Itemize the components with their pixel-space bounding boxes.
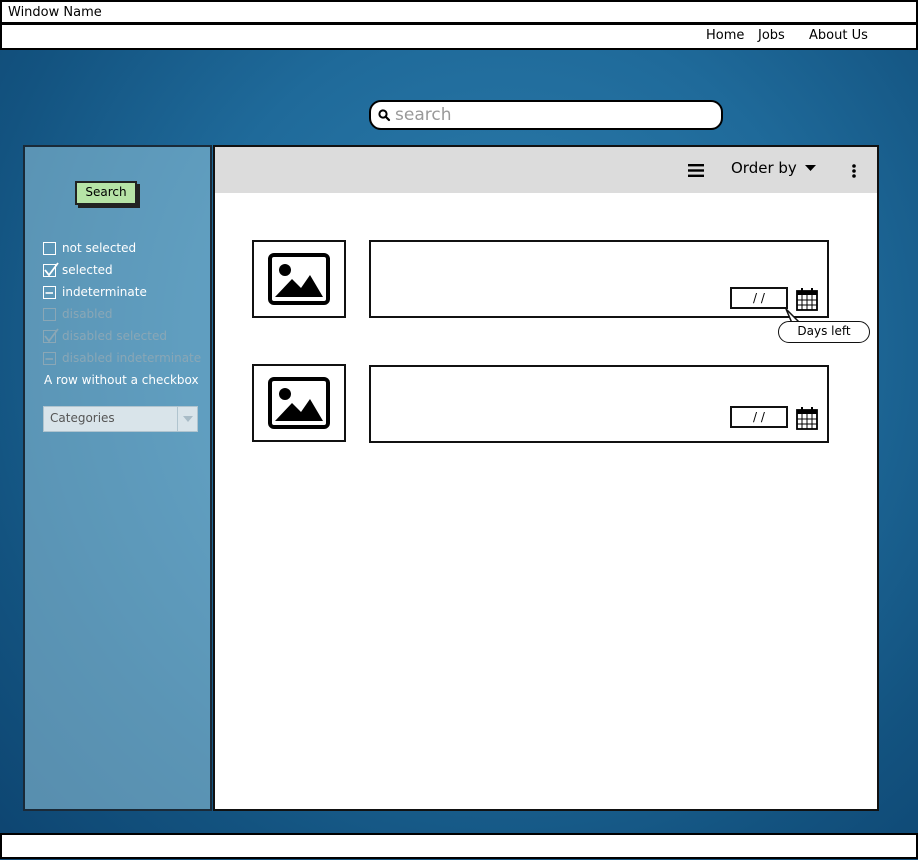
- search-bar: [369, 100, 723, 130]
- results-panel: Order by / / Days left / /: [213, 145, 879, 811]
- checkbox-row-selected[interactable]: selected: [43, 261, 113, 277]
- checkbox-disabled-checked: [43, 327, 59, 343]
- chevron-down-icon[interactable]: [177, 407, 197, 431]
- nav-link-home[interactable]: Home: [706, 28, 744, 43]
- calendar-icon[interactable]: [796, 287, 818, 311]
- search-button[interactable]: Search: [75, 181, 137, 205]
- menu-bar: Home Jobs About Us: [0, 24, 918, 50]
- checkbox-unchecked[interactable]: [43, 241, 56, 255]
- checkbox-row-disabled: disabled: [43, 307, 113, 321]
- checkmark-icon: [44, 261, 59, 276]
- window-title-bar: Window Name: [0, 0, 918, 24]
- checkbox-disabled: [43, 307, 56, 321]
- dash-icon: [45, 291, 53, 294]
- caret-down-icon: [804, 165, 816, 171]
- checkbox-disabled-indeterminate: [43, 351, 56, 365]
- filter-sidebar: Search not selected selected indetermina…: [23, 145, 212, 811]
- checkbox-row-disabled-selected: disabled selected: [43, 327, 167, 343]
- checkbox-label: disabled indeterminate: [62, 351, 202, 365]
- nav-link-about-us[interactable]: About Us: [809, 28, 868, 43]
- hamburger-icon[interactable]: [688, 164, 704, 177]
- result-thumbnail[interactable]: [252, 240, 346, 318]
- categories-dropdown[interactable]: Categories: [43, 406, 198, 432]
- checkbox-label: disabled: [62, 307, 113, 321]
- order-by-label: Order by: [731, 159, 797, 177]
- checkbox-label: not selected: [62, 241, 137, 255]
- checkbox-row-disabled-indeterminate: disabled indeterminate: [43, 351, 201, 365]
- result-card[interactable]: / /: [369, 365, 829, 443]
- search-icon: [378, 109, 391, 122]
- window-title: Window Name: [8, 5, 102, 20]
- result-card[interactable]: / /: [369, 240, 829, 318]
- status-bar: [0, 833, 918, 859]
- calendar-icon[interactable]: [796, 406, 818, 430]
- order-by-dropdown[interactable]: Order by: [731, 159, 816, 177]
- checkbox-label: disabled selected: [62, 329, 167, 343]
- image-placeholder-icon: [268, 377, 330, 429]
- nav-link-jobs[interactable]: Jobs: [758, 28, 785, 43]
- search-input[interactable]: [395, 105, 695, 125]
- checkbox-checked[interactable]: [43, 261, 59, 277]
- dash-icon: [45, 357, 53, 360]
- checkbox-row-not-selected[interactable]: not selected: [43, 241, 136, 255]
- image-placeholder-icon: [268, 253, 330, 305]
- categories-selected-value: Categories: [50, 411, 115, 425]
- result-thumbnail[interactable]: [252, 364, 346, 442]
- checkmark-icon: [44, 327, 59, 342]
- kebab-icon[interactable]: [852, 164, 856, 178]
- checkbox-label: indeterminate: [62, 285, 147, 299]
- date-field[interactable]: / /: [730, 287, 788, 309]
- checkbox-label: selected: [62, 263, 113, 277]
- row-without-checkbox: A row without a checkbox: [44, 373, 199, 387]
- results-toolbar: Order by: [215, 147, 877, 193]
- date-field[interactable]: / /: [730, 406, 788, 428]
- checkbox-indeterminate[interactable]: [43, 285, 56, 299]
- days-left-tooltip: Days left: [778, 321, 870, 343]
- checkbox-row-indeterminate[interactable]: indeterminate: [43, 285, 147, 299]
